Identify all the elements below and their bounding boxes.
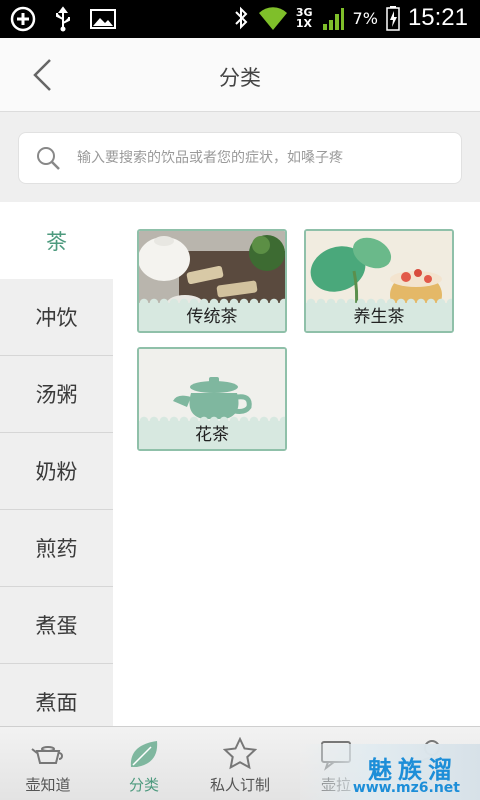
category-card-traditional-tea[interactable]: 传统茶 — [137, 229, 287, 333]
clock: 15:21 — [407, 4, 468, 31]
sidebar-item-instant-drink[interactable]: 冲饮 — [0, 279, 113, 356]
sidebar-item-label: 汤粥 — [35, 383, 78, 407]
search-input[interactable] — [77, 150, 457, 166]
sidebar-item-milk-powder[interactable]: 奶粉 — [0, 433, 113, 510]
battery-percent: 7% — [352, 8, 378, 28]
signal-icon — [322, 8, 344, 30]
category-sidebar: 茶 冲饮 汤粥 奶粉 煎药 煮蛋 煮面 — [0, 202, 113, 726]
sidebar-item-boiled-egg[interactable]: 煮蛋 — [0, 587, 113, 664]
nav-item-private-custom[interactable]: 私人订制 — [192, 727, 288, 800]
add-circle-icon — [10, 6, 36, 32]
wifi-icon — [258, 7, 287, 31]
nav-label: 分类 — [128, 776, 159, 794]
sidebar-item-soup-porridge[interactable]: 汤粥 — [0, 356, 113, 433]
sidebar-item-herbal-medicine[interactable]: 煎药 — [0, 510, 113, 587]
teapot-nav-icon — [31, 746, 63, 764]
category-card-label: 花茶 — [139, 415, 285, 449]
picture-icon — [90, 9, 116, 29]
watermark: 魅族溜 www.mz6.net — [300, 744, 480, 800]
star-icon — [223, 737, 257, 770]
category-card-label: 传统茶 — [139, 297, 285, 331]
network-type: 3G 1X — [296, 7, 313, 29]
search-box[interactable] — [18, 132, 462, 184]
sidebar-item-label: 煮面 — [35, 691, 78, 715]
usb-icon — [56, 6, 70, 32]
category-card-flower-tea[interactable]: 花茶 — [137, 347, 287, 451]
nav-item-pot-knowledge[interactable]: 壶知道 — [0, 727, 96, 800]
system-icons: 3G 1X 7% 15:21 — [232, 4, 468, 32]
category-grid: 传统茶 养生茶 花茶 — [113, 202, 480, 726]
sidebar-item-label: 冲饮 — [35, 306, 78, 330]
page-title: 分类 — [219, 66, 261, 90]
bluetooth-icon — [235, 6, 248, 30]
network-type-bottom: 1X — [295, 17, 312, 30]
search-icon — [37, 147, 60, 170]
battery-charging-icon — [386, 6, 400, 31]
category-card-label: 养生茶 — [306, 297, 452, 331]
sidebar-item-label: 茶 — [46, 229, 67, 254]
search-section — [0, 112, 480, 202]
sidebar-item-tea[interactable]: 茶 — [0, 202, 113, 279]
watermark-url: www.mz6.net — [352, 780, 460, 796]
sidebar-item-boiled-noodles[interactable]: 煮面 — [0, 664, 113, 726]
status-bar: 3G 1X 7% 15:21 — [0, 0, 480, 38]
header: 分类 — [0, 38, 480, 112]
nav-item-categories[interactable]: 分类 — [96, 727, 192, 800]
sidebar-item-label: 煎药 — [35, 537, 78, 561]
notification-icons — [10, 5, 116, 33]
category-card-health-tea[interactable]: 养生茶 — [304, 229, 454, 333]
sidebar-item-label: 煮蛋 — [35, 614, 78, 638]
sidebar-item-label: 奶粉 — [35, 460, 78, 484]
leaf-icon — [130, 741, 158, 767]
nav-label: 壶知道 — [25, 776, 71, 794]
nav-label: 私人订制 — [209, 776, 270, 794]
